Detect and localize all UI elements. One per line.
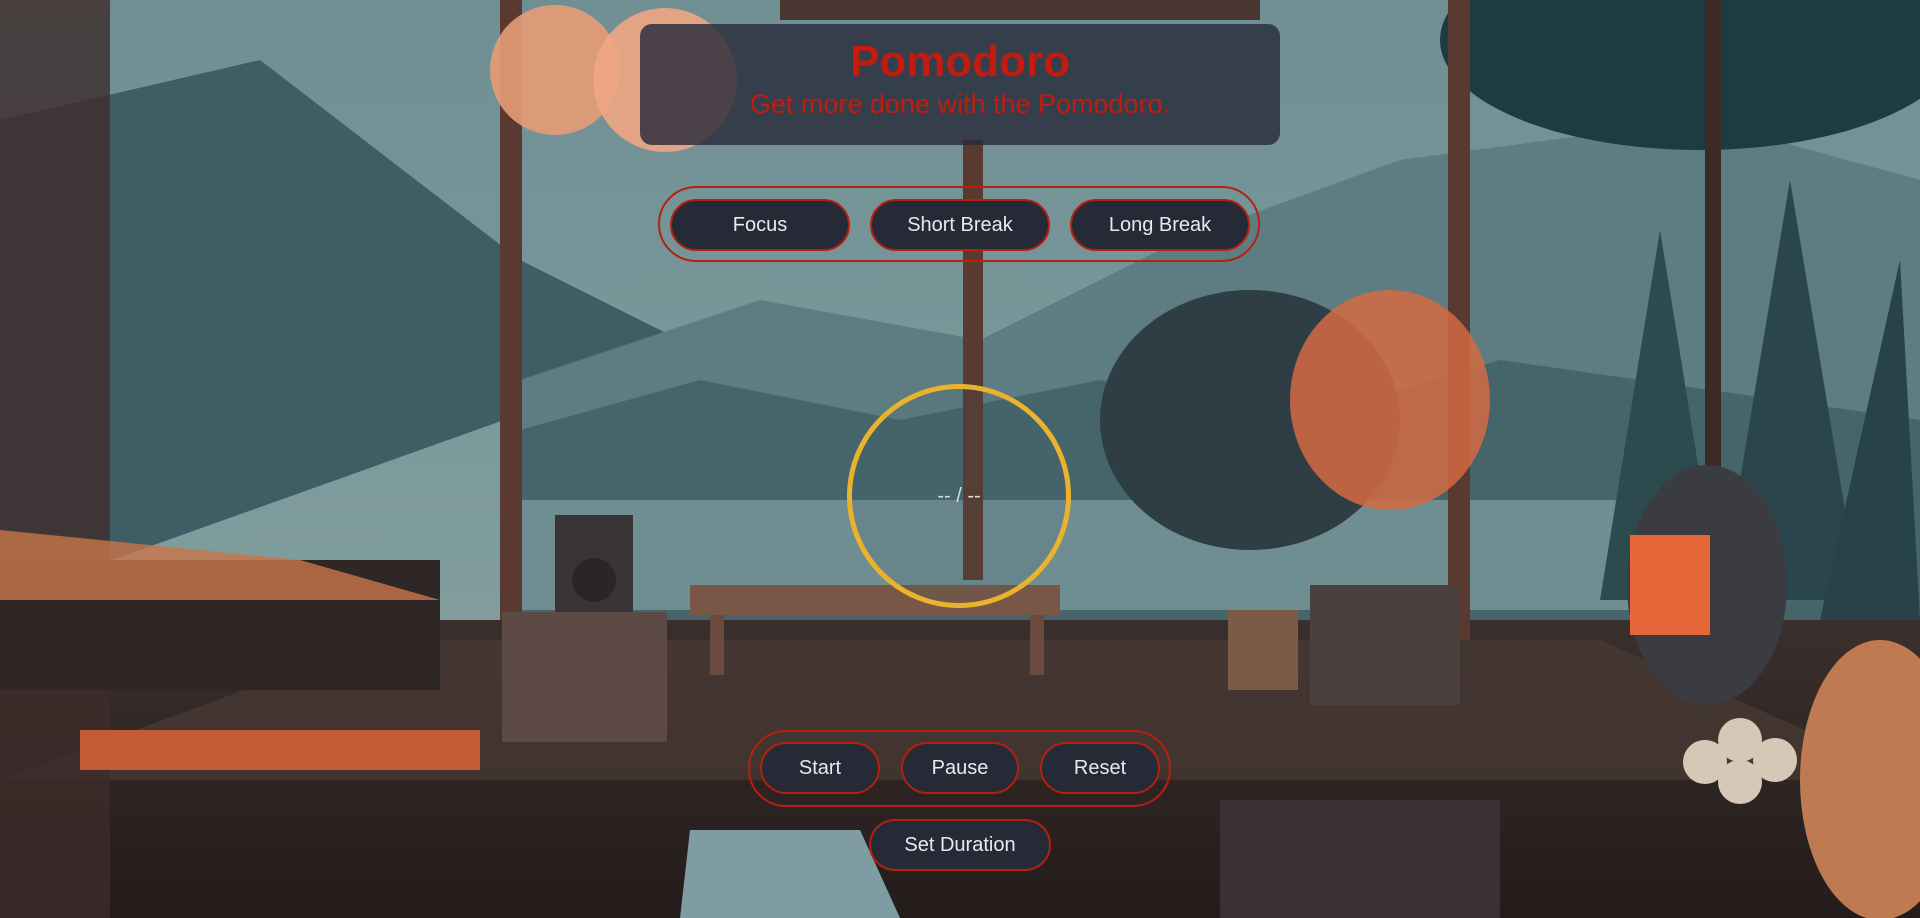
app-background: Pomodoro Get more done with the Pomodoro… bbox=[0, 0, 1920, 918]
pause-button[interactable]: Pause bbox=[901, 742, 1019, 794]
short-break-mode-button[interactable]: Short Break bbox=[870, 199, 1050, 251]
timer-controls: Start Pause Reset bbox=[748, 730, 1171, 807]
set-duration-button[interactable]: Set Duration bbox=[869, 819, 1051, 871]
start-button[interactable]: Start bbox=[760, 742, 880, 794]
page-title: Pomodoro bbox=[850, 37, 1070, 86]
header-panel: Pomodoro Get more done with the Pomodoro… bbox=[640, 24, 1280, 145]
long-break-mode-button[interactable]: Long Break bbox=[1070, 199, 1250, 251]
timer-display: -- / -- bbox=[937, 485, 981, 507]
focus-mode-button[interactable]: Focus bbox=[670, 199, 850, 251]
timer-ring: -- / -- bbox=[847, 384, 1071, 608]
reset-button[interactable]: Reset bbox=[1040, 742, 1160, 794]
mode-selector: Focus Short Break Long Break bbox=[658, 186, 1260, 262]
page-subtitle: Get more done with the Pomodoro. bbox=[749, 89, 1171, 120]
